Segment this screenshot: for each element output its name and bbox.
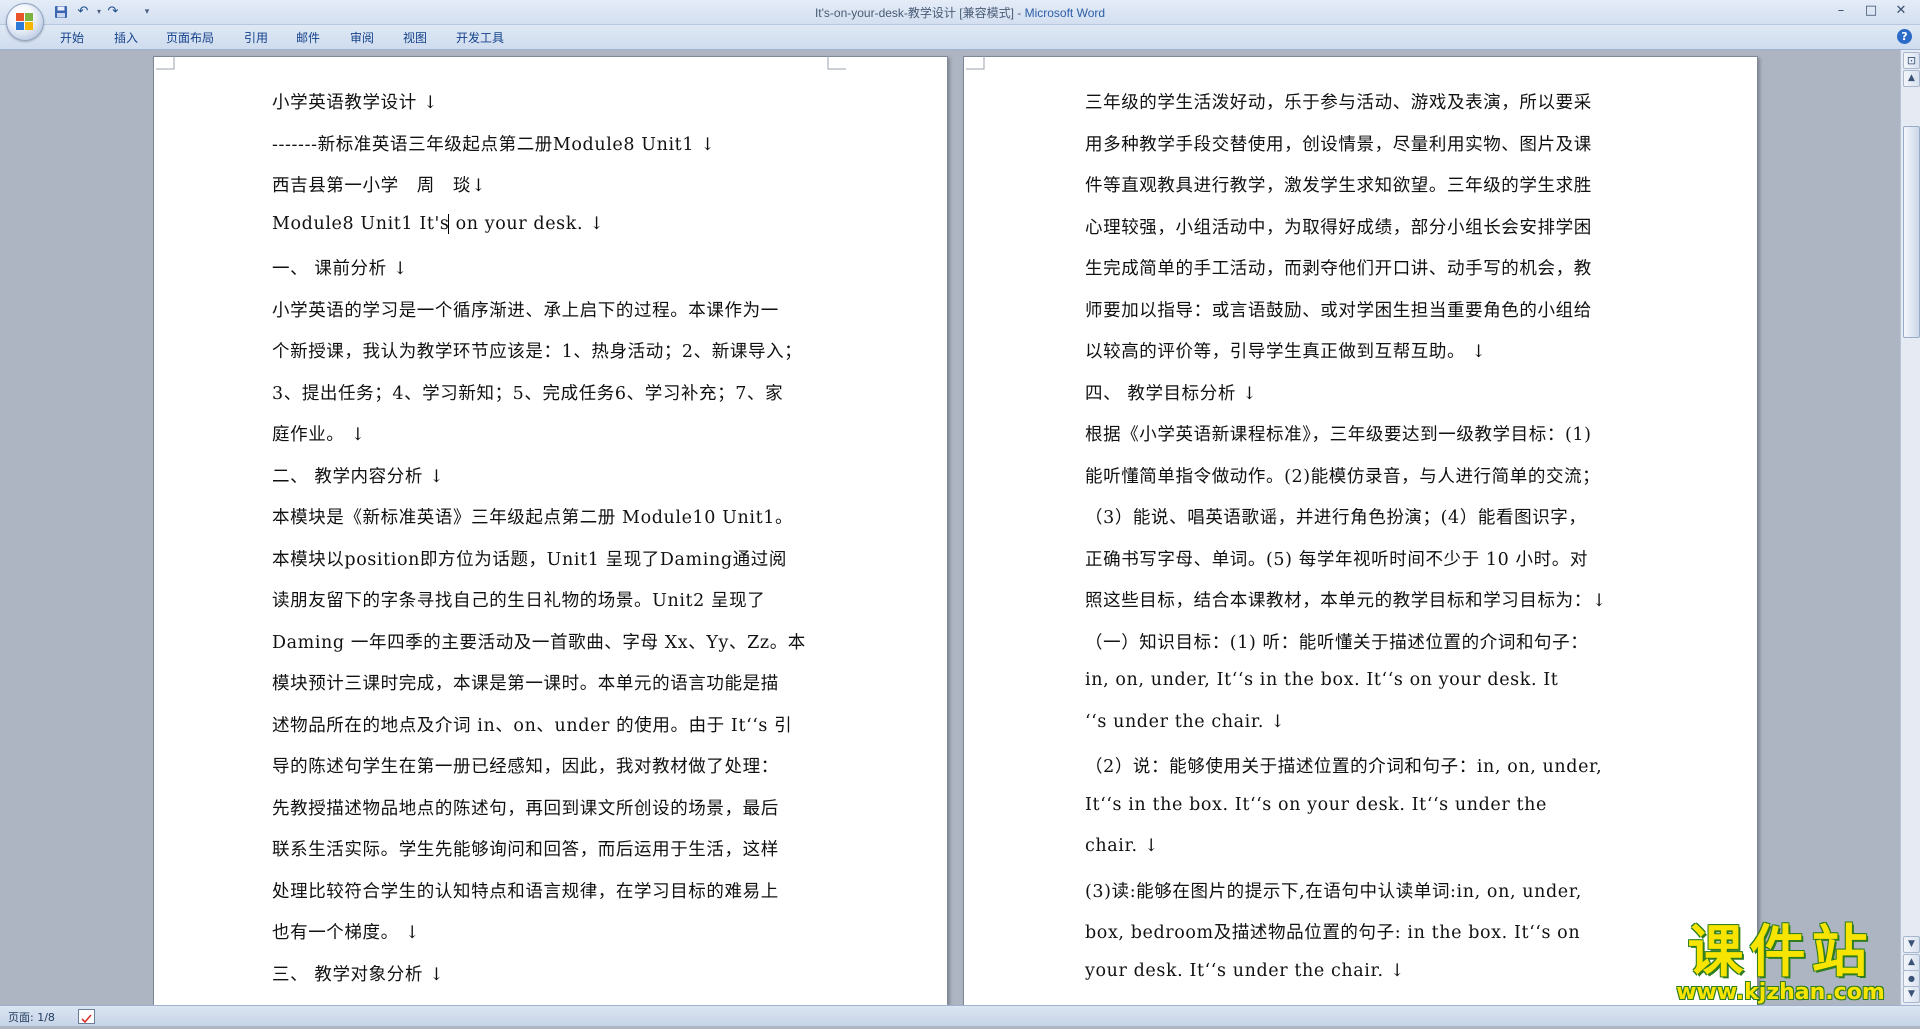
text-cursor — [448, 214, 449, 234]
doc-line: -------新标准英语三年级起点第二册Module8 Unit1 ↓ — [272, 135, 716, 155]
doc-line: 心理较强，小组活动中，为取得好成绩，部分小组长会安排学困 — [1085, 218, 1592, 238]
doc-line: 能听懂简单指令做动作。(2)能模仿录音，与人进行简单的交流； — [1085, 467, 1601, 487]
doc-line: 读朋友留下的字条寻找自己的生日礼物的场景。Unit2 呈现了 — [272, 591, 766, 611]
scrollbar-thumb[interactable] — [1903, 126, 1920, 338]
watermark-name: 课件站 — [1687, 920, 1874, 985]
page-count[interactable]: 页面: 1/8 — [8, 1009, 55, 1025]
doc-line: 照这些目标，结合本课教材，本单元的教学目标和学习目标为：↓ — [1085, 591, 1608, 611]
ribbon-tabs: 开始 插入 页面布局 引用 邮件 审阅 视图 开发工具 ? — [0, 25, 1920, 50]
window-title: It's-on-your-desk-教学设计 [兼容模式] - Microsof… — [0, 4, 1920, 21]
maximize-button[interactable]: □ — [1858, 2, 1884, 20]
help-icon[interactable]: ? — [1897, 29, 1912, 44]
doc-line: your desk. It‘‘s under the chair. ↓ — [1085, 961, 1406, 981]
doc-line: 处理比较符合学生的认知特点和语言规律，在学习目标的难易上 — [272, 882, 779, 902]
doc-line: 本模块以position即方位为话题，Unit1 呈现了Daming通过阅 — [272, 550, 787, 570]
tab-mailings[interactable]: 邮件 — [296, 29, 320, 46]
doc-line: 述物品所在的地点及介词 in、on、under 的使用。由于 It‘‘s 引 — [272, 716, 793, 736]
scroll-down-button[interactable]: ▼ — [1903, 936, 1920, 953]
doc-line: 庭作业。 ↓ — [272, 425, 366, 445]
doc-line: 本模块是《新标准英语》三年级起点第二册 Module10 Unit1。 — [272, 508, 794, 528]
watermark-url: www.kjzhan.com — [1676, 980, 1885, 1005]
office-logo-icon — [16, 13, 34, 31]
doc-line: Module8 Unit1 It's on your desk. ↓ — [272, 214, 605, 234]
crop-mark-icon — [966, 56, 985, 70]
tab-page-layout[interactable]: 页面布局 — [166, 29, 214, 46]
doc-line: Daming 一年四季的主要活动及一首歌曲、字母 Xx、Yy、Zz。本 — [272, 633, 806, 653]
title-bar: ↶ ▾ ↷ ▾ It's-on-your-desk-教学设计 [兼容模式] - … — [0, 0, 1920, 25]
doc-line: 三年级的学生活泼好动，乐于参与活动、游戏及表演，所以要采 — [1085, 93, 1592, 113]
doc-line: 联系生活实际。学生先能够询问和回答，而后运用于生活，这样 — [272, 840, 779, 860]
doc-line: 西吉县第一小学 周 琰↓ — [272, 176, 487, 196]
next-page-button[interactable]: ▼ — [1903, 986, 1920, 1003]
doc-line: 件等直观教具进行教学，激发学生求知欲望。三年级的学生求胜 — [1085, 176, 1592, 196]
status-bar: 页面: 1/8 — [0, 1005, 1920, 1026]
doc-line: box, bedroom及描述物品位置的句子: in the box. It‘‘… — [1085, 923, 1581, 943]
app-name: Microsoft Word — [1024, 6, 1106, 20]
ruler-toggle-icon[interactable]: ⊡ — [1903, 52, 1920, 69]
tab-review[interactable]: 审阅 — [350, 29, 374, 46]
office-button[interactable] — [6, 3, 44, 41]
doc-line: （2）说：能够使用关于描述位置的介词和句子：in, on, under, — [1085, 757, 1603, 777]
document-page-left[interactable]: 小学英语教学设计 ↓ -------新标准英语三年级起点第二册Module8 U… — [153, 56, 948, 1005]
doc-line: 用多种教学手段交替使用，创设情景，尽量利用实物、图片及课 — [1085, 135, 1592, 155]
tab-view[interactable]: 视图 — [403, 29, 427, 46]
doc-line: 导的陈述句学生在第一册已经感知，因此，我对教材做了处理： — [272, 757, 779, 777]
doc-heading: 一、 课前分析 ↓ — [272, 259, 409, 279]
proofing-icon[interactable] — [78, 1009, 95, 1024]
doc-heading: 二、 教学内容分析 ↓ — [272, 467, 445, 487]
doc-line: （一）知识目标：(1) 听：能听懂关于描述位置的介词和句子： — [1085, 633, 1589, 653]
minimize-button[interactable]: – — [1828, 2, 1854, 20]
doc-line: 模块预计三课时完成，本课是第一课时。本单元的语言功能是描 — [272, 674, 779, 694]
doc-line: in, on, under, It‘‘s in the box. It‘‘s o… — [1085, 670, 1559, 690]
document-area: 小学英语教学设计 ↓ -------新标准英语三年级起点第二册Module8 U… — [0, 50, 1900, 1005]
doc-line: 3、提出任务；4、学习新知；5、完成任务6、学习补充；7、家 — [272, 384, 784, 404]
doc-line: It‘‘s in the box. It‘‘s on your desk. It… — [1085, 795, 1547, 815]
scroll-up-button[interactable]: ▲ — [1903, 70, 1920, 87]
vertical-scrollbar[interactable]: ⊡ ▲ ▼ ▲ ● ▼ — [1900, 50, 1920, 1005]
doc-line: 以较高的评价等，引导学生真正做到互帮互助。 ↓ — [1085, 342, 1487, 362]
close-button[interactable]: ✕ — [1888, 2, 1914, 20]
doc-line: 生完成简单的手工活动，而剥夺他们开口讲、动手写的机会，教 — [1085, 259, 1592, 279]
doc-line: 个新授课，我认为教学环节应该是：1、热身活动；2、新课导入； — [272, 342, 803, 362]
doc-line: 正确书写字母、单词。(5) 每学年视听时间不少于 10 小时。对 — [1085, 550, 1588, 570]
doc-line: （3）能说、唱英语歌谣，并进行角色扮演；(4）能看图识字， — [1085, 508, 1587, 528]
site-watermark: 课件站 www.kjzhan.com — [1663, 924, 1898, 1004]
doc-heading: 四、 教学目标分析 ↓ — [1085, 384, 1258, 404]
browse-object-button[interactable]: ● — [1903, 970, 1920, 987]
doc-line: 师要加以指导：或言语鼓励、或对学困生担当重要角色的小组给 — [1085, 301, 1592, 321]
document-page-right[interactable]: 三年级的学生活泼好动，乐于参与活动、游戏及表演，所以要采 用多种教学手段交替使用… — [963, 56, 1758, 1005]
crop-mark-icon — [827, 56, 846, 70]
doc-line: chair. ↓ — [1085, 836, 1160, 856]
doc-line: 小学英语的学习是一个循序渐进、承上启下的过程。本课作为一 — [272, 301, 779, 321]
doc-heading: 三、 教学对象分析 ↓ — [272, 965, 445, 985]
doc-line: 根据《小学英语新课程标准》，三年级要达到一级教学目标：(1) — [1085, 425, 1592, 445]
tab-developer[interactable]: 开发工具 — [456, 29, 504, 46]
doc-line: ‘‘s under the chair. ↓ — [1085, 712, 1286, 732]
doc-line: 小学英语教学设计 ↓ — [272, 93, 439, 113]
tab-insert[interactable]: 插入 — [114, 29, 138, 46]
tab-references[interactable]: 引用 — [244, 29, 268, 46]
doc-line: 先教授描述物品地点的陈述句，再回到课文所创设的场景，最后 — [272, 799, 779, 819]
doc-line: (3)读:能够在图片的提示下,在语句中认读单词:in, on, under, — [1085, 882, 1582, 902]
previous-page-button[interactable]: ▲ — [1903, 954, 1920, 971]
crop-mark-icon — [156, 56, 175, 70]
doc-line: 也有一个梯度。 ↓ — [272, 923, 421, 943]
tab-home[interactable]: 开始 — [60, 29, 84, 46]
document-title: It's-on-your-desk-教学设计 [兼容模式] - — [814, 6, 1025, 20]
